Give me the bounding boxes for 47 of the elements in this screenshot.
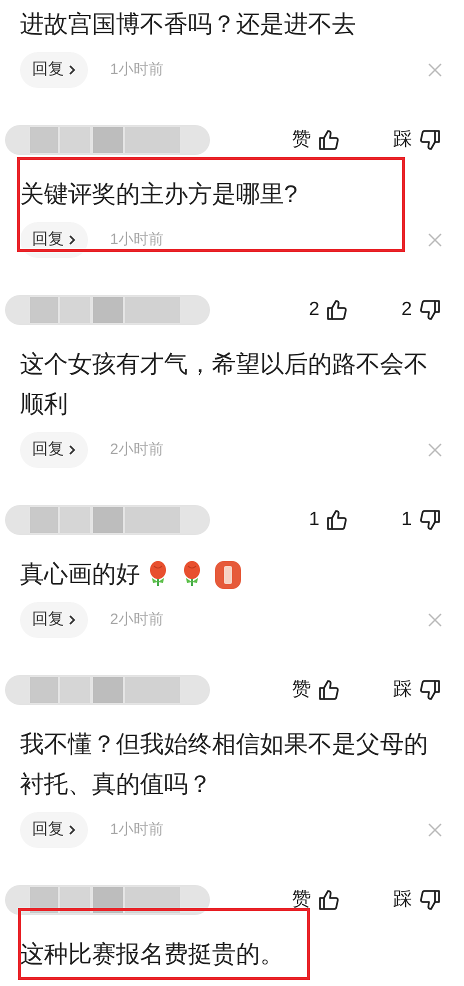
chevron-right-icon: [68, 444, 76, 456]
thumbs-down-icon: [418, 678, 442, 702]
close-icon[interactable]: [428, 443, 442, 457]
reply-button[interactable]: 回复: [20, 432, 88, 468]
comment-time: 2小时前: [110, 610, 164, 630]
like-button[interactable]: 2: [308, 296, 350, 324]
close-icon[interactable]: [428, 613, 442, 627]
comment-text: 我不懂？但我始终相信如果不是父母的衬托、真的值吗？: [20, 730, 429, 800]
comment-text: 这种比赛报名费挺贵的。: [20, 940, 284, 970]
thumbs-down-icon: [418, 508, 442, 532]
dislike-button[interactable]: 踩: [393, 886, 442, 914]
dislike-button[interactable]: 踩: [393, 126, 442, 154]
reply-button[interactable]: 回复: [20, 52, 88, 88]
chevron-right-icon: [68, 234, 76, 246]
comment-time: 1小时前: [110, 60, 164, 80]
thumbs-up-icon: [317, 128, 341, 152]
like-button[interactable]: 赞: [292, 676, 341, 704]
comment-time: 1小时前: [110, 230, 164, 250]
sticker-icon: [214, 560, 242, 590]
thumbs-down-icon: [418, 128, 442, 152]
chevron-right-icon: [68, 824, 76, 836]
close-icon[interactable]: [428, 823, 442, 837]
thumbs-up-icon: [325, 508, 350, 532]
reply-button[interactable]: 回复: [20, 602, 88, 638]
thumbs-up-icon: [317, 888, 341, 912]
comment-text: 关键评奖的主办方是哪里?: [20, 180, 298, 210]
comment-text: 真心画的好: [20, 560, 140, 590]
dislike-button[interactable]: 踩: [393, 676, 442, 704]
reply-button[interactable]: 回复: [20, 812, 88, 848]
dislike-button[interactable]: 2: [401, 296, 442, 324]
like-button[interactable]: 赞: [292, 886, 341, 914]
thumbs-down-icon: [418, 298, 442, 322]
chevron-right-icon: [68, 614, 76, 626]
thumbs-up-icon: [325, 298, 350, 322]
comment-time: 1小时前: [110, 820, 164, 840]
reply-button[interactable]: 回复: [20, 222, 88, 258]
close-icon[interactable]: [428, 63, 442, 77]
comment-text: 进故宫国博不香吗？还是进不去: [20, 10, 356, 40]
close-icon[interactable]: [428, 233, 442, 247]
thumbs-down-icon: [418, 888, 442, 912]
like-button[interactable]: 1: [308, 506, 350, 534]
chevron-right-icon: [68, 64, 76, 76]
like-button[interactable]: 赞: [292, 126, 341, 154]
thumbs-up-icon: [317, 678, 341, 702]
comment-text: 这个女孩有才气，希望以后的路不会不顺利: [20, 350, 429, 420]
comment-time: 2小时前: [110, 440, 164, 460]
dislike-button[interactable]: 1: [401, 506, 442, 534]
